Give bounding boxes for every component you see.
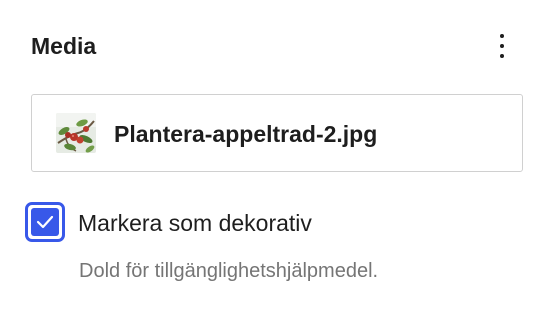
decorative-checkbox[interactable] bbox=[25, 202, 65, 242]
decorative-checkbox-label[interactable]: Markera som dekorativ bbox=[78, 208, 312, 238]
checkmark-icon bbox=[36, 215, 54, 229]
media-file-button[interactable]: Plantera-appeltrad-2.jpg bbox=[31, 94, 523, 172]
checkbox-fill bbox=[31, 208, 59, 236]
panel-title: Media bbox=[31, 33, 97, 59]
decorative-help-text: Dold för tillgänglighetshjälpmedel. bbox=[79, 260, 379, 282]
media-settings-panel: Media Plantera-appeltrad-2.jpg Markera s… bbox=[0, 0, 560, 328]
image-thumbnail bbox=[56, 113, 96, 153]
apple-branch-icon bbox=[56, 113, 96, 153]
more-options-button[interactable] bbox=[484, 26, 520, 66]
media-filename: Plantera-appeltrad-2.jpg bbox=[114, 121, 378, 147]
